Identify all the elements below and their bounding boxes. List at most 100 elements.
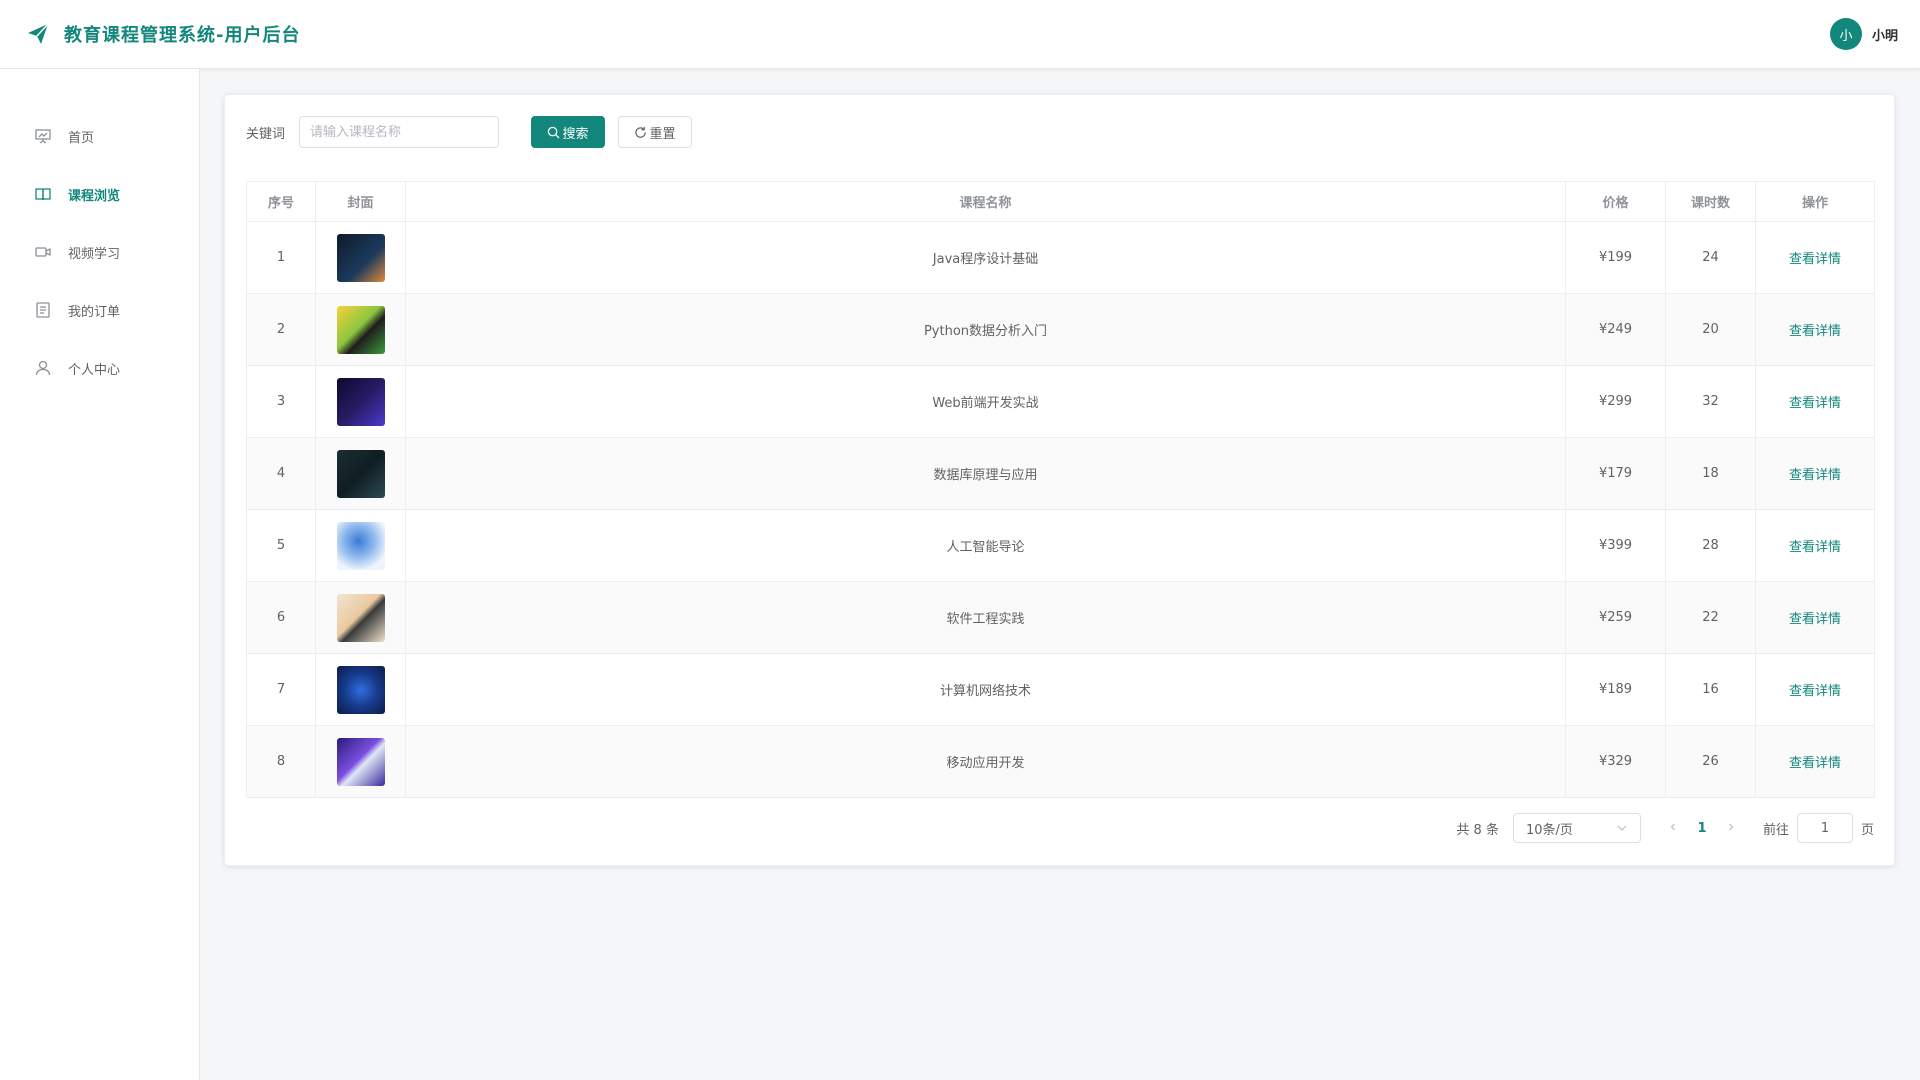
course-table: 序号 封面 课程名称 价格 课时数 操作 1 Java程序设计基础 ¥199 2…	[246, 181, 1875, 798]
top-header: 教育课程管理系统-用户后台 小 小明	[0, 0, 1920, 69]
sidebar-item-profile[interactable]: 个人中心	[0, 348, 199, 388]
course-price: ¥249	[1565, 293, 1666, 366]
username[interactable]: 小明	[1872, 25, 1898, 44]
paper-plane-icon	[28, 23, 49, 44]
course-cover-image	[336, 593, 385, 642]
table-row: 4 数据库原理与应用 ¥179 18 查看详情	[246, 437, 1875, 510]
column-header-name: 课程名称	[405, 181, 1566, 222]
sidebar-item-label: 首页	[68, 130, 95, 146]
course-cover-image	[336, 521, 385, 570]
row-index: 5	[246, 509, 316, 582]
course-price: ¥189	[1565, 653, 1666, 726]
course-name: Web前端开发实战	[405, 365, 1566, 438]
course-cover-image	[336, 449, 385, 498]
course-hours: 16	[1665, 653, 1756, 726]
view-details-link[interactable]: 查看详情	[1789, 612, 1841, 627]
table-header-row: 序号 封面 课程名称 价格 课时数 操作	[246, 181, 1875, 222]
pagination-total: 共 8 条	[1456, 822, 1499, 838]
row-index: 1	[246, 221, 316, 294]
course-price: ¥179	[1565, 437, 1666, 510]
table-row: 5 人工智能导论 ¥399 28 查看详情	[246, 509, 1875, 582]
search-input[interactable]	[299, 116, 499, 148]
course-cover-image	[336, 377, 385, 426]
view-details-link[interactable]: 查看详情	[1789, 252, 1841, 267]
sidebar-item-courses[interactable]: 课程浏览	[0, 174, 199, 214]
avatar[interactable]: 小	[1829, 18, 1862, 50]
prev-page-button[interactable]	[1663, 821, 1683, 836]
goto-suffix: 页	[1860, 822, 1874, 838]
course-name: Java程序设计基础	[405, 221, 1566, 294]
course-name: 人工智能导论	[405, 509, 1566, 582]
table-row: 1 Java程序设计基础 ¥199 24 查看详情	[246, 221, 1875, 294]
course-name: 移动应用开发	[405, 725, 1566, 798]
view-details-link[interactable]: 查看详情	[1789, 756, 1841, 771]
view-details-link[interactable]: 查看详情	[1789, 540, 1841, 555]
column-header-index: 序号	[246, 181, 316, 222]
course-price: ¥259	[1565, 581, 1666, 654]
row-index: 3	[246, 365, 316, 438]
search-icon	[548, 126, 561, 139]
course-price: ¥399	[1565, 509, 1666, 582]
view-details-link[interactable]: 查看详情	[1789, 324, 1841, 339]
next-page-button[interactable]	[1721, 821, 1741, 836]
course-hours: 22	[1665, 581, 1756, 654]
sidebar-item-orders[interactable]: 我的订单	[0, 290, 199, 330]
column-header-action: 操作	[1755, 181, 1875, 222]
row-index: 4	[246, 437, 316, 510]
keyword-label: 关键词	[246, 127, 286, 142]
course-hours: 26	[1665, 725, 1756, 798]
page-size-select[interactable]: 10条/页	[1512, 813, 1641, 843]
course-cover-image	[336, 665, 385, 714]
sidebar: 首页 课程浏览 视频学习 我的订单 个人中心	[0, 69, 200, 1080]
reset-button[interactable]: 重置	[618, 116, 692, 148]
course-name: 软件工程实践	[405, 581, 1566, 654]
user-icon	[35, 360, 51, 376]
sidebar-item-home[interactable]: 首页	[0, 116, 199, 156]
search-button-label: 搜索	[562, 126, 589, 142]
course-hours: 32	[1665, 365, 1756, 438]
chevron-right-icon	[1729, 823, 1734, 830]
sidebar-item-label: 我的订单	[68, 304, 121, 320]
page-number-current[interactable]: 1	[1683, 821, 1721, 836]
app-title: 教育课程管理系统-用户后台	[64, 25, 301, 46]
sidebar-item-label: 课程浏览	[68, 188, 121, 204]
sidebar-item-label: 视频学习	[68, 246, 121, 262]
row-index: 8	[246, 725, 316, 798]
table-row: 7 计算机网络技术 ¥189 16 查看详情	[246, 653, 1875, 726]
course-price: ¥199	[1565, 221, 1666, 294]
column-header-hours: 课时数	[1665, 181, 1756, 222]
view-details-link[interactable]: 查看详情	[1789, 468, 1841, 483]
course-list-card: 关键词 搜索 重置 序号 封面 课程名称 价格 课时数 操作	[224, 94, 1895, 866]
table-row: 2 Python数据分析入门 ¥249 20 查看详情	[246, 293, 1875, 366]
video-icon	[35, 247, 51, 257]
course-price: ¥299	[1565, 365, 1666, 438]
search-button[interactable]: 搜索	[531, 116, 605, 148]
presentation-icon	[35, 129, 51, 144]
course-price: ¥329	[1565, 725, 1666, 798]
user-menu[interactable]: 小 小明	[1829, 18, 1898, 50]
view-details-link[interactable]: 查看详情	[1789, 684, 1841, 699]
course-cover-image	[336, 737, 385, 786]
sidebar-item-label: 个人中心	[68, 362, 121, 378]
sidebar-item-video[interactable]: 视频学习	[0, 232, 199, 272]
goto-label: 前往	[1762, 822, 1789, 838]
course-cover-image	[336, 305, 385, 354]
course-hours: 24	[1665, 221, 1756, 294]
table-row: 6 软件工程实践 ¥259 22 查看详情	[246, 581, 1875, 654]
row-index: 2	[246, 293, 316, 366]
column-header-cover: 封面	[315, 181, 406, 222]
document-icon	[36, 302, 50, 318]
page-size-value: 10条/页	[1525, 822, 1573, 838]
view-details-link[interactable]: 查看详情	[1789, 396, 1841, 411]
chevron-down-icon	[1617, 825, 1627, 831]
goto-page-input[interactable]	[1796, 813, 1853, 843]
course-hours: 20	[1665, 293, 1756, 366]
course-name: 数据库原理与应用	[405, 437, 1566, 510]
course-hours: 18	[1665, 437, 1756, 510]
course-hours: 28	[1665, 509, 1756, 582]
column-header-price: 价格	[1565, 181, 1666, 222]
row-index: 7	[246, 653, 316, 726]
table-row: 3 Web前端开发实战 ¥299 32 查看详情	[246, 365, 1875, 438]
course-name: Python数据分析入门	[405, 293, 1566, 366]
book-icon	[35, 188, 51, 201]
